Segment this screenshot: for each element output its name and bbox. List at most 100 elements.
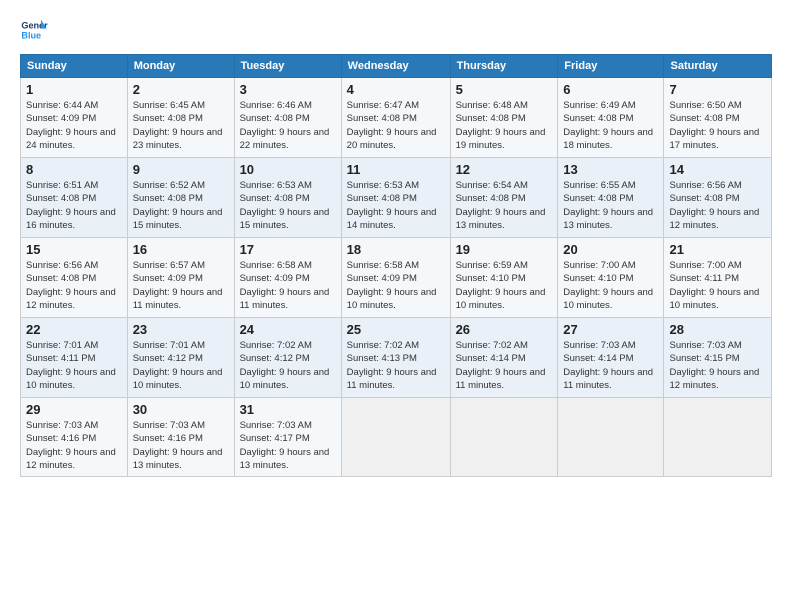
day-number: 11: [347, 162, 445, 177]
day-info: Sunrise: 6:56 AMSunset: 4:08 PMDaylight:…: [669, 180, 759, 231]
calendar-cell: 2 Sunrise: 6:45 AMSunset: 4:08 PMDayligh…: [127, 78, 234, 158]
calendar-cell: 6 Sunrise: 6:49 AMSunset: 4:08 PMDayligh…: [558, 78, 664, 158]
day-info: Sunrise: 6:50 AMSunset: 4:08 PMDaylight:…: [669, 100, 759, 151]
calendar-cell: [450, 398, 558, 477]
calendar-cell: 8 Sunrise: 6:51 AMSunset: 4:08 PMDayligh…: [21, 158, 128, 238]
day-info: Sunrise: 7:01 AMSunset: 4:11 PMDaylight:…: [26, 340, 116, 391]
calendar-cell: 10 Sunrise: 6:53 AMSunset: 4:08 PMDaylig…: [234, 158, 341, 238]
calendar-cell: 4 Sunrise: 6:47 AMSunset: 4:08 PMDayligh…: [341, 78, 450, 158]
day-info: Sunrise: 6:46 AMSunset: 4:08 PMDaylight:…: [240, 100, 330, 151]
calendar-weekday: Saturday: [664, 55, 772, 78]
day-info: Sunrise: 7:02 AMSunset: 4:12 PMDaylight:…: [240, 340, 330, 391]
day-info: Sunrise: 6:58 AMSunset: 4:09 PMDaylight:…: [240, 260, 330, 311]
day-info: Sunrise: 6:54 AMSunset: 4:08 PMDaylight:…: [456, 180, 546, 231]
day-number: 6: [563, 82, 658, 97]
day-info: Sunrise: 6:56 AMSunset: 4:08 PMDaylight:…: [26, 260, 116, 311]
calendar-cell: [558, 398, 664, 477]
calendar-cell: 1 Sunrise: 6:44 AMSunset: 4:09 PMDayligh…: [21, 78, 128, 158]
calendar-cell: 19 Sunrise: 6:59 AMSunset: 4:10 PMDaylig…: [450, 238, 558, 318]
day-number: 21: [669, 242, 766, 257]
calendar-cell: 3 Sunrise: 6:46 AMSunset: 4:08 PMDayligh…: [234, 78, 341, 158]
day-info: Sunrise: 6:45 AMSunset: 4:08 PMDaylight:…: [133, 100, 223, 151]
calendar-cell: 15 Sunrise: 6:56 AMSunset: 4:08 PMDaylig…: [21, 238, 128, 318]
day-info: Sunrise: 6:44 AMSunset: 4:09 PMDaylight:…: [26, 100, 116, 151]
calendar-cell: 25 Sunrise: 7:02 AMSunset: 4:13 PMDaylig…: [341, 318, 450, 398]
day-info: Sunrise: 6:58 AMSunset: 4:09 PMDaylight:…: [347, 260, 437, 311]
day-number: 15: [26, 242, 122, 257]
calendar-cell: 12 Sunrise: 6:54 AMSunset: 4:08 PMDaylig…: [450, 158, 558, 238]
svg-text:Blue: Blue: [21, 30, 41, 40]
calendar-cell: 24 Sunrise: 7:02 AMSunset: 4:12 PMDaylig…: [234, 318, 341, 398]
day-number: 29: [26, 402, 122, 417]
calendar-weekday: Tuesday: [234, 55, 341, 78]
day-number: 20: [563, 242, 658, 257]
calendar-cell: 21 Sunrise: 7:00 AMSunset: 4:11 PMDaylig…: [664, 238, 772, 318]
calendar-weekday: Friday: [558, 55, 664, 78]
day-info: Sunrise: 7:03 AMSunset: 4:17 PMDaylight:…: [240, 420, 330, 471]
day-number: 7: [669, 82, 766, 97]
calendar-cell: 14 Sunrise: 6:56 AMSunset: 4:08 PMDaylig…: [664, 158, 772, 238]
calendar-cell: 27 Sunrise: 7:03 AMSunset: 4:14 PMDaylig…: [558, 318, 664, 398]
day-info: Sunrise: 6:48 AMSunset: 4:08 PMDaylight:…: [456, 100, 546, 151]
calendar-cell: [664, 398, 772, 477]
day-number: 18: [347, 242, 445, 257]
day-info: Sunrise: 6:53 AMSunset: 4:08 PMDaylight:…: [240, 180, 330, 231]
day-info: Sunrise: 7:03 AMSunset: 4:14 PMDaylight:…: [563, 340, 653, 391]
day-number: 14: [669, 162, 766, 177]
calendar-cell: 26 Sunrise: 7:02 AMSunset: 4:14 PMDaylig…: [450, 318, 558, 398]
calendar-table: SundayMondayTuesdayWednesdayThursdayFrid…: [20, 54, 772, 477]
calendar-cell: 18 Sunrise: 6:58 AMSunset: 4:09 PMDaylig…: [341, 238, 450, 318]
day-number: 9: [133, 162, 229, 177]
day-info: Sunrise: 6:47 AMSunset: 4:08 PMDaylight:…: [347, 100, 437, 151]
day-info: Sunrise: 7:01 AMSunset: 4:12 PMDaylight:…: [133, 340, 223, 391]
calendar-cell: 28 Sunrise: 7:03 AMSunset: 4:15 PMDaylig…: [664, 318, 772, 398]
day-info: Sunrise: 6:51 AMSunset: 4:08 PMDaylight:…: [26, 180, 116, 231]
day-number: 17: [240, 242, 336, 257]
day-info: Sunrise: 7:03 AMSunset: 4:15 PMDaylight:…: [669, 340, 759, 391]
day-info: Sunrise: 7:02 AMSunset: 4:14 PMDaylight:…: [456, 340, 546, 391]
day-number: 31: [240, 402, 336, 417]
day-number: 26: [456, 322, 553, 337]
day-info: Sunrise: 7:00 AMSunset: 4:11 PMDaylight:…: [669, 260, 759, 311]
logo-icon: General Blue: [20, 16, 48, 44]
calendar-cell: 11 Sunrise: 6:53 AMSunset: 4:08 PMDaylig…: [341, 158, 450, 238]
calendar-cell: 23 Sunrise: 7:01 AMSunset: 4:12 PMDaylig…: [127, 318, 234, 398]
calendar-cell: 31 Sunrise: 7:03 AMSunset: 4:17 PMDaylig…: [234, 398, 341, 477]
day-number: 22: [26, 322, 122, 337]
day-number: 12: [456, 162, 553, 177]
day-number: 3: [240, 82, 336, 97]
day-number: 27: [563, 322, 658, 337]
day-number: 25: [347, 322, 445, 337]
calendar-cell: 29 Sunrise: 7:03 AMSunset: 4:16 PMDaylig…: [21, 398, 128, 477]
calendar-cell: 30 Sunrise: 7:03 AMSunset: 4:16 PMDaylig…: [127, 398, 234, 477]
day-info: Sunrise: 6:49 AMSunset: 4:08 PMDaylight:…: [563, 100, 653, 151]
day-info: Sunrise: 7:03 AMSunset: 4:16 PMDaylight:…: [133, 420, 223, 471]
calendar-cell: [341, 398, 450, 477]
day-info: Sunrise: 6:55 AMSunset: 4:08 PMDaylight:…: [563, 180, 653, 231]
calendar-cell: 16 Sunrise: 6:57 AMSunset: 4:09 PMDaylig…: [127, 238, 234, 318]
day-number: 13: [563, 162, 658, 177]
day-number: 8: [26, 162, 122, 177]
calendar-weekday: Wednesday: [341, 55, 450, 78]
calendar-weekday: Monday: [127, 55, 234, 78]
day-info: Sunrise: 6:53 AMSunset: 4:08 PMDaylight:…: [347, 180, 437, 231]
logo: General Blue: [20, 16, 52, 44]
day-number: 24: [240, 322, 336, 337]
day-number: 4: [347, 82, 445, 97]
day-number: 5: [456, 82, 553, 97]
day-info: Sunrise: 6:52 AMSunset: 4:08 PMDaylight:…: [133, 180, 223, 231]
calendar-cell: 17 Sunrise: 6:58 AMSunset: 4:09 PMDaylig…: [234, 238, 341, 318]
page-container: General Blue SundayMondayTuesdayWednesda…: [0, 0, 792, 487]
day-number: 10: [240, 162, 336, 177]
calendar-cell: 13 Sunrise: 6:55 AMSunset: 4:08 PMDaylig…: [558, 158, 664, 238]
header: General Blue: [20, 16, 772, 44]
day-info: Sunrise: 7:00 AMSunset: 4:10 PMDaylight:…: [563, 260, 653, 311]
calendar-cell: 5 Sunrise: 6:48 AMSunset: 4:08 PMDayligh…: [450, 78, 558, 158]
day-info: Sunrise: 6:57 AMSunset: 4:09 PMDaylight:…: [133, 260, 223, 311]
calendar-header-row: SundayMondayTuesdayWednesdayThursdayFrid…: [21, 55, 772, 78]
calendar-cell: 22 Sunrise: 7:01 AMSunset: 4:11 PMDaylig…: [21, 318, 128, 398]
day-number: 1: [26, 82, 122, 97]
day-number: 23: [133, 322, 229, 337]
day-info: Sunrise: 6:59 AMSunset: 4:10 PMDaylight:…: [456, 260, 546, 311]
calendar-body: 1 Sunrise: 6:44 AMSunset: 4:09 PMDayligh…: [21, 78, 772, 477]
